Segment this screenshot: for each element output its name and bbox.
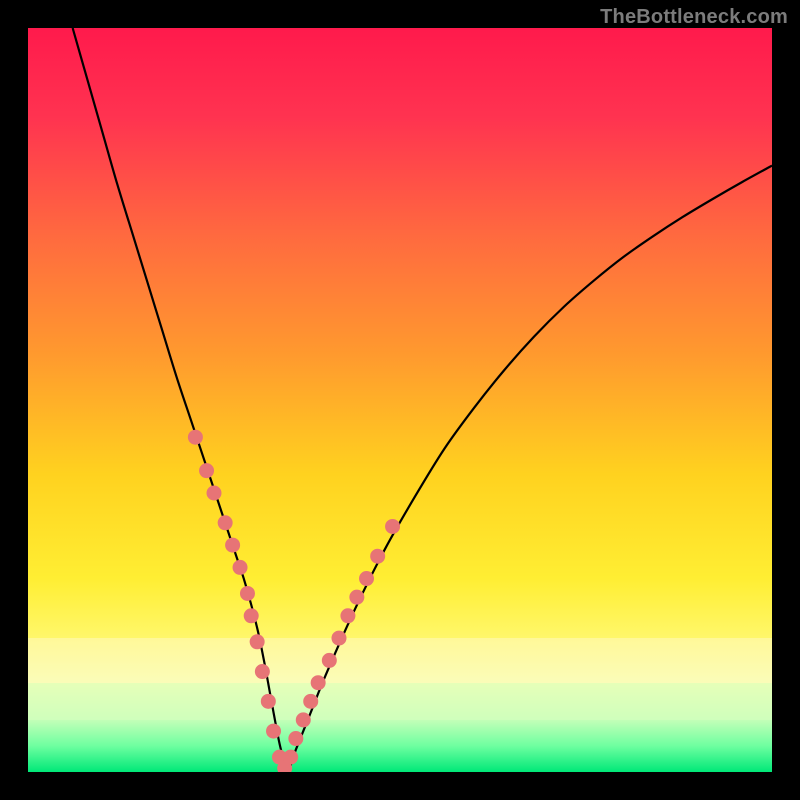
marker-dot [331,631,346,646]
marker-dot [233,560,248,575]
marker-dot [261,694,276,709]
marker-dot [349,590,364,605]
marker-dot [311,675,326,690]
marker-dot [244,608,259,623]
bottleneck-curve [73,28,772,768]
plot-area [28,28,772,772]
chart-frame: TheBottleneck.com [0,0,800,800]
marker-dot [283,750,298,765]
marker-dot [370,549,385,564]
marker-dot [266,724,281,739]
marker-dot [340,608,355,623]
marker-dot [359,571,374,586]
marker-dot [240,586,255,601]
marker-dot [199,463,214,478]
marker-dot [218,515,233,530]
marker-dot [188,430,203,445]
watermark-text: TheBottleneck.com [600,6,788,29]
marker-dot [225,538,240,553]
curve-layer [28,28,772,772]
marker-dot [296,712,311,727]
marker-dot [303,694,318,709]
marker-dot [250,634,265,649]
marker-dot [255,664,270,679]
marker-dot [385,519,400,534]
marker-dot [207,486,222,501]
marker-dot [288,731,303,746]
marker-dot [322,653,337,668]
highlight-markers [188,430,400,772]
